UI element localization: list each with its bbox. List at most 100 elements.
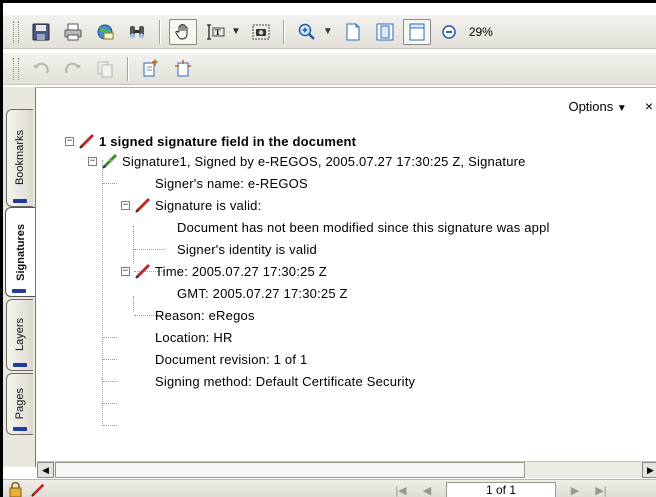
fit-page-button[interactable] bbox=[371, 19, 399, 45]
hand-tool-icon bbox=[175, 23, 188, 40]
snapshot-icon bbox=[252, 24, 270, 39]
tree-root[interactable]: − 1 signed signature field in the docume… bbox=[65, 130, 356, 152]
first-page-button[interactable]: |◀ bbox=[392, 483, 410, 497]
select-text-icon: T bbox=[207, 23, 225, 40]
previous-page-button[interactable]: ◀ bbox=[418, 483, 436, 497]
signature-pen-red-icon bbox=[79, 133, 95, 149]
tree-item[interactable]: GMT: 2005.07.27 17:30:25 Z bbox=[177, 282, 348, 304]
tree-item[interactable]: Location: HR bbox=[155, 326, 233, 348]
next-page-button[interactable]: ▶ bbox=[566, 483, 584, 497]
tab-bookmarks[interactable]: Bookmarks bbox=[6, 109, 33, 207]
zoom-tool-dropdown[interactable]: ▼ bbox=[323, 26, 333, 37]
zoom-out-icon bbox=[442, 24, 456, 39]
close-icon[interactable]: × bbox=[645, 98, 653, 114]
toolbar-separator bbox=[159, 19, 161, 44]
tab-marker bbox=[13, 427, 27, 431]
app-window: T ▼ ▼ 29% Bookmarks Signatures Layers Pa… bbox=[0, 0, 656, 497]
options-menu-button[interactable]: Options ▼ bbox=[568, 99, 626, 114]
toolbar-grip[interactable] bbox=[13, 20, 19, 43]
insert-pages-button[interactable] bbox=[137, 56, 165, 82]
edit-toolbar bbox=[3, 53, 656, 85]
copy-button[interactable] bbox=[91, 56, 119, 82]
method-label: Signing method: Default Certificate Secu… bbox=[155, 373, 416, 389]
toolbar-grip[interactable] bbox=[13, 57, 19, 80]
actual-size-icon bbox=[346, 23, 360, 40]
tree-item[interactable]: Reason: eRegos bbox=[155, 304, 255, 326]
last-page-icon: ▶| bbox=[595, 485, 607, 497]
collapse-icon[interactable]: − bbox=[65, 136, 74, 146]
tree-connector bbox=[133, 296, 134, 312]
fit-page-icon bbox=[376, 23, 394, 40]
tree-item[interactable]: Signer's name: e-REGOS bbox=[155, 172, 308, 194]
signatures-panel: Options ▼ × − 1 signed signature field i… bbox=[37, 87, 656, 467]
email-icon bbox=[97, 24, 114, 39]
copy-icon bbox=[97, 61, 113, 77]
tab-pages[interactable]: Pages bbox=[6, 373, 33, 435]
email-button[interactable] bbox=[91, 19, 119, 45]
tree-valid-node[interactable]: − Signature is valid: bbox=[121, 194, 261, 216]
tree-item[interactable]: Signing method: Default Certificate Secu… bbox=[155, 370, 415, 392]
extract-pages-icon bbox=[175, 59, 191, 76]
rotate-right-button[interactable] bbox=[59, 56, 87, 82]
signature-pen-red-icon bbox=[135, 197, 151, 213]
tree-item[interactable]: Document revision: 1 of 1 bbox=[155, 348, 307, 370]
previous-page-icon: ◀ bbox=[422, 485, 432, 497]
extract-pages-button[interactable] bbox=[169, 56, 197, 82]
snapshot-button[interactable] bbox=[247, 19, 275, 45]
navigation-tabs: Bookmarks Signatures Layers Pages bbox=[3, 87, 36, 467]
lock-icon[interactable] bbox=[7, 482, 25, 497]
toolbar-separator bbox=[127, 56, 129, 81]
tree-time-node[interactable]: − Time: 2005.07.27 17:30:25 Z bbox=[121, 260, 327, 282]
tab-layers[interactable]: Layers bbox=[6, 299, 33, 371]
collapse-icon[interactable]: − bbox=[88, 156, 97, 166]
tree-item[interactable]: Signer's identity is valid bbox=[177, 238, 317, 260]
tab-label: Signatures bbox=[14, 223, 27, 281]
tree-connector bbox=[103, 381, 117, 382]
rotate-left-button[interactable] bbox=[27, 56, 55, 82]
status-bar: |◀ ◀ 1 of 1 ▶ ▶| bbox=[3, 479, 656, 497]
signature-label: Signature1, Signed by e-REGOS, 2005.07.2… bbox=[122, 153, 526, 169]
signature-pen-red-icon[interactable] bbox=[29, 482, 47, 497]
tree-signature-node[interactable]: − Signature1, Signed by e-REGOS, 2005.07… bbox=[88, 150, 526, 172]
find-button[interactable] bbox=[123, 19, 151, 45]
select-tool-dropdown[interactable]: ▼ bbox=[231, 26, 241, 37]
tab-marker bbox=[13, 199, 27, 203]
collapse-icon[interactable]: − bbox=[121, 200, 130, 210]
scrollbar-thumb[interactable] bbox=[55, 462, 525, 478]
select-text-button[interactable]: T bbox=[201, 19, 229, 45]
tab-label: Bookmarks bbox=[14, 130, 26, 186]
tab-signatures[interactable]: Signatures bbox=[5, 207, 35, 297]
scroll-left-button[interactable]: ◀ bbox=[37, 462, 54, 478]
options-label: Options bbox=[568, 98, 614, 114]
zoom-value[interactable]: 29% bbox=[469, 25, 493, 39]
signer-name-label: Signer's name: e-REGOS bbox=[155, 175, 308, 191]
tree-connector bbox=[103, 359, 117, 360]
page-indicator[interactable]: 1 of 1 bbox=[446, 482, 556, 497]
horizontal-scrollbar[interactable]: ◀ ▶ bbox=[37, 461, 656, 478]
print-button[interactable] bbox=[59, 19, 87, 45]
next-page-icon: ▶ bbox=[570, 485, 580, 497]
fit-width-button[interactable] bbox=[402, 18, 431, 45]
zoom-out-button[interactable] bbox=[435, 19, 463, 45]
page-navigation: |◀ ◀ 1 of 1 ▶ ▶| bbox=[388, 482, 614, 497]
tree-connector bbox=[102, 160, 103, 426]
hand-tool-button[interactable] bbox=[169, 18, 197, 45]
tree-connector bbox=[103, 337, 117, 338]
reason-label: Reason: eRegos bbox=[155, 307, 255, 323]
tree-item[interactable]: Document has not been modified since thi… bbox=[177, 216, 550, 238]
fit-width-icon bbox=[409, 23, 425, 40]
revision-label: Document revision: 1 of 1 bbox=[155, 351, 308, 367]
chevron-down-icon: ▼ bbox=[616, 102, 627, 114]
time-label: Time: 2005.07.27 17:30:25 Z bbox=[155, 263, 327, 279]
zoom-in-icon bbox=[298, 23, 315, 40]
actual-size-button[interactable] bbox=[339, 19, 367, 45]
signature-pen-green-icon bbox=[102, 153, 118, 169]
zoom-in-button[interactable] bbox=[293, 19, 321, 45]
collapse-icon[interactable]: − bbox=[121, 266, 130, 276]
scroll-right-button[interactable]: ▶ bbox=[642, 462, 656, 478]
save-button[interactable] bbox=[27, 19, 55, 45]
svg-text:T: T bbox=[215, 28, 221, 37]
tab-marker bbox=[13, 363, 27, 367]
tree-connector bbox=[134, 249, 164, 250]
last-page-button[interactable]: ▶| bbox=[592, 483, 610, 497]
